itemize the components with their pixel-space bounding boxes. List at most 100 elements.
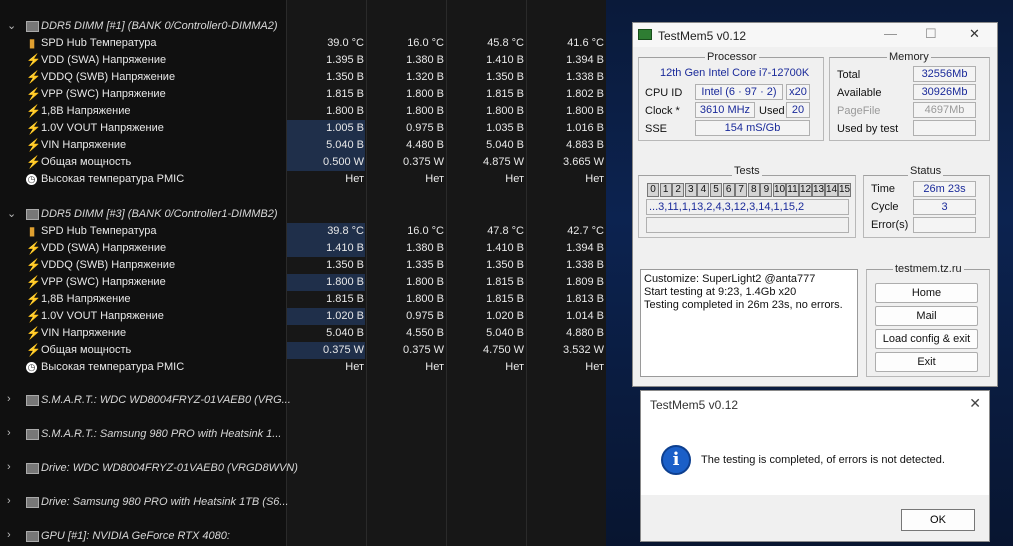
sensor-row[interactable]: ⚡ VIN Напряжение 5.040 В 4.550 В 5.040 В 4.88… — [0, 325, 606, 342]
value-min: 1.335 В — [406, 259, 444, 271]
sensor-row[interactable]: ⚡ 1,8В Напряжение 1.800 В 1.800 В 1.800 В 1.8… — [0, 103, 606, 120]
value-average: 1.813 В — [566, 293, 604, 305]
test-cell: 12 — [799, 183, 812, 197]
sensor-label: Общая мощность — [41, 344, 132, 356]
device-icon — [26, 463, 39, 474]
log-textbox[interactable]: Customize: SuperLight2 @anta777 Start te… — [640, 269, 858, 377]
chevron-right-icon[interactable]: › — [7, 427, 11, 439]
value-current: 1.350 В — [326, 259, 364, 271]
sensor-label: 1.0V VOUT Напряжение — [41, 122, 164, 134]
minimize-icon[interactable]: — — [884, 26, 897, 41]
sensor-row[interactable]: ⚡ 1.0V VOUT Напряжение 1.020 В 0.975 В 1.020… — [0, 308, 606, 325]
group-title: S.M.A.R.T.: Samsung 980 PRO with Heatsin… — [41, 428, 282, 440]
sensor-label: SPD Hub Температура — [41, 37, 157, 49]
value-min: 0.375 W — [403, 156, 444, 168]
chip-icon — [26, 209, 39, 220]
collapsed-group-row[interactable]: › GPU [#1]: NVIDIA GeForce RTX 4080: — [0, 528, 606, 545]
chevron-right-icon[interactable]: › — [7, 529, 11, 541]
test-cell: 4 — [697, 183, 710, 197]
ok-button[interactable]: OK — [901, 509, 975, 531]
value-min: 1.380 В — [406, 242, 444, 254]
cpuid-value: Intel (6 · 97 · 2) — [695, 84, 783, 100]
sensor-row[interactable]: ⚡ VIN Напряжение 5.040 В 4.480 В 5.040 В 4.88… — [0, 137, 606, 154]
close-icon[interactable]: ✕ — [969, 395, 981, 412]
value-current: Нет — [345, 361, 364, 373]
value-max: 47.8 °C — [487, 225, 524, 237]
value-min: 0.375 W — [403, 344, 444, 356]
chevron-right-icon[interactable]: › — [7, 495, 11, 507]
collapsed-group-row[interactable]: › S.M.A.R.T.: Samsung 980 PRO with Heatsi… — [0, 426, 606, 443]
value-min: 1.800 В — [406, 88, 444, 100]
close-icon[interactable]: ✕ — [969, 26, 980, 42]
home-button[interactable]: Home — [875, 283, 978, 303]
collapsed-group-row[interactable]: › Drive: WDC WD8004FRYZ-01VAEB0 (VRGD8WVN… — [0, 460, 606, 477]
mail-button[interactable]: Mail — [875, 306, 978, 326]
sensor-row[interactable]: ▮ SPD Hub Температура 39.0 °C 16.0 °C 45.8 °… — [0, 35, 606, 52]
sensor-row[interactable]: ◷ Высокая температура PMIC Нет Нет Нет Нет — [0, 171, 606, 188]
chevron-right-icon[interactable]: › — [7, 393, 11, 405]
value-max: 5.040 В — [486, 139, 524, 151]
dialog-title-bar[interactable]: TestMem5 v0.12 ✕ — [641, 391, 989, 419]
lightning-icon: ⚡ — [26, 121, 41, 135]
group-title: Drive: WDC WD8004FRYZ-01VAEB0 (VRGD8WVN) — [41, 462, 298, 474]
value-max: 4.875 W — [483, 156, 524, 168]
value-average: 41.6 °C — [567, 37, 604, 49]
sensor-row[interactable]: ⚡ VDD (SWA) Напряжение 1.395 В 1.380 В 1.410… — [0, 52, 606, 69]
sensor-label: VPP (SWC) Напряжение — [41, 88, 166, 100]
chevron-down-icon[interactable]: ⌄ — [7, 207, 16, 220]
sensor-row[interactable]: ⚡ 1.0V VOUT Напряжение 1.005 В 0.975 В 1.035… — [0, 120, 606, 137]
sensor-row[interactable]: ⚡ VDDQ (SWB) Напряжение 1.350 В 1.320 В 1.35… — [0, 69, 606, 86]
used-value: 20 — [786, 102, 810, 118]
errors-label: Error(s) — [871, 219, 909, 231]
total-label: Total — [837, 69, 861, 81]
value-min: 0.975 В — [406, 122, 444, 134]
sensor-row[interactable]: ⚡ Общая мощность 0.500 W 0.375 W 4.875 W 3.66… — [0, 154, 606, 171]
collapsed-group-row[interactable]: › S.M.A.R.T.: WDC WD8004FRYZ-01VAEB0 (VRG… — [0, 392, 606, 409]
sensor-row[interactable]: ▮ SPD Hub Температура 39.8 °C 16.0 °C 47.8 °… — [0, 223, 606, 240]
time-value: 26m 23s — [913, 181, 976, 197]
title-bar[interactable]: TestMem5 v0.12 — ☐ ✕ — [633, 23, 997, 47]
load-config-button[interactable]: Load config & exit — [875, 329, 978, 349]
collapsed-group-row[interactable]: › Drive: Samsung 980 PRO with Heatsink 1T… — [0, 494, 606, 511]
exit-button[interactable]: Exit — [875, 352, 978, 372]
lightning-icon: ⚡ — [26, 343, 41, 357]
pagefile-label: PageFile — [837, 105, 881, 117]
value-max: 1.350 В — [486, 259, 524, 271]
time-label: Time — [871, 183, 896, 195]
sensor-label: VDD (SWA) Напряжение — [41, 242, 167, 254]
sensor-label: VIN Напряжение — [41, 139, 127, 151]
log-line: Testing completed in 26m 23s, no errors. — [644, 299, 843, 311]
sensor-label: 1.0V VOUT Напряжение — [41, 310, 164, 322]
value-average: 1.014 В — [566, 310, 604, 322]
value-average: 3.532 W — [563, 344, 604, 356]
value-current: 0.375 W — [323, 344, 364, 356]
value-max: 1.815 В — [486, 293, 524, 305]
value-min: 16.0 °C — [407, 37, 444, 49]
chevron-down-icon[interactable]: ⌄ — [7, 19, 16, 32]
value-max: 1.035 В — [486, 122, 524, 134]
thermometer-icon: ▮ — [28, 36, 36, 50]
sensor-label: VIN Напряжение — [41, 327, 127, 339]
lightning-icon: ⚡ — [26, 241, 41, 255]
test-cell: 1 — [659, 183, 672, 197]
value-max: 1.410 В — [486, 54, 524, 66]
group-title: DDR5 DIMM [#3] (BANK 0/Controller1-DIMMB… — [41, 208, 278, 220]
sensor-row[interactable]: ⚡ 1,8В Напряжение 1.815 В 1.800 В 1.815 В 1.8… — [0, 291, 606, 308]
sensor-row[interactable]: ◷ Высокая температура PMIC Нет Нет Нет Нет — [0, 359, 606, 376]
cycle-value: 3 — [913, 199, 976, 215]
sensor-row[interactable]: ⚡ Общая мощность 0.375 W 0.375 W 4.750 W 3.53… — [0, 342, 606, 359]
device-icon — [26, 497, 39, 508]
value-current: 5.040 В — [326, 327, 364, 339]
group-header-row[interactable]: ⌄ DDR5 DIMM [#1] (BANK 0/Controller0-DIMM… — [0, 18, 606, 35]
test-cell: 5 — [710, 183, 722, 197]
value-max: Нет — [505, 361, 524, 373]
group-header-row[interactable]: ⌄ DDR5 DIMM [#3] (BANK 0/Controller1-DIMM… — [0, 206, 606, 223]
sensor-row[interactable]: ⚡ VDD (SWA) Напряжение 1.410 В 1.380 В 1.410… — [0, 240, 606, 257]
maximize-icon[interactable]: ☐ — [925, 26, 937, 42]
available-value: 30926Mb — [913, 84, 976, 100]
chevron-right-icon[interactable]: › — [7, 461, 11, 473]
sensor-label: Высокая температура PMIC — [41, 361, 185, 373]
sensor-row[interactable]: ⚡ VPP (SWC) Напряжение 1.815 В 1.800 В 1.815… — [0, 86, 606, 103]
sensor-row[interactable]: ⚡ VPP (SWC) Напряжение 1.800 В 1.800 В 1.815… — [0, 274, 606, 291]
sensor-row[interactable]: ⚡ VDDQ (SWB) Напряжение 1.350 В 1.335 В 1.35… — [0, 257, 606, 274]
